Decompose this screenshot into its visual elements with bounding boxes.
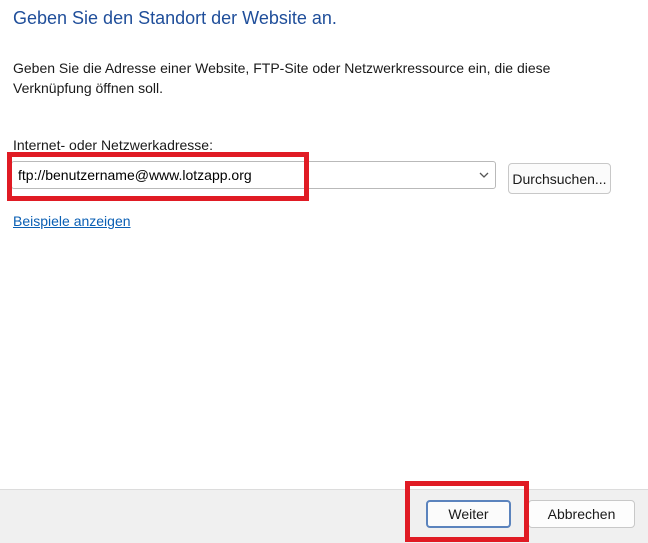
chevron-down-icon[interactable]	[477, 168, 491, 182]
show-examples-link[interactable]: Beispiele anzeigen	[13, 213, 131, 229]
wizard-content: Geben Sie den Standort der Website an. G…	[0, 0, 648, 489]
page-title: Geben Sie den Standort der Website an.	[13, 8, 337, 28]
next-button[interactable]: Weiter	[426, 500, 511, 528]
cancel-button[interactable]: Abbrechen	[528, 500, 635, 528]
address-label: Internet- oder Netzwerkadresse:	[13, 137, 213, 153]
address-combobox[interactable]	[11, 161, 496, 189]
address-input[interactable]	[12, 162, 478, 188]
browse-button[interactable]: Durchsuchen...	[508, 163, 611, 194]
description-text: Geben Sie die Adresse einer Website, FTP…	[13, 60, 551, 96]
